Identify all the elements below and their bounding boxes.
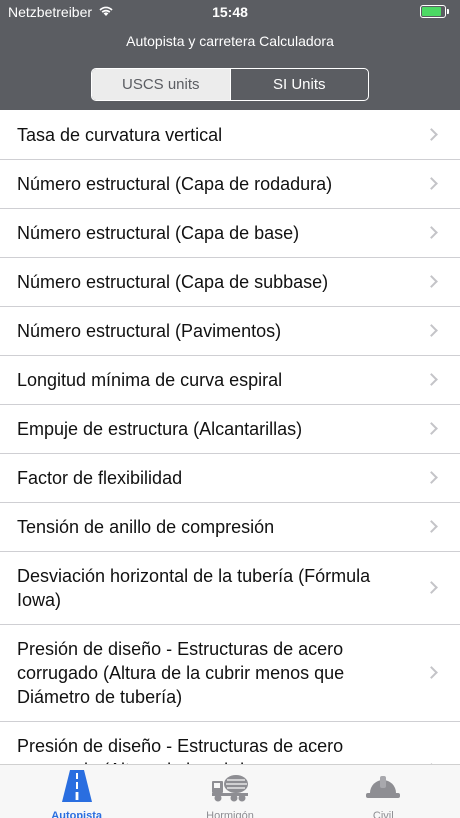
chevron-right-icon bbox=[425, 127, 438, 141]
list-item[interactable]: Longitud mínima de curva espiral bbox=[0, 356, 460, 405]
list-item-label: Tasa de curvatura vertical bbox=[17, 124, 223, 145]
list-item-label: Número estructural (Capa de subbase) bbox=[17, 272, 329, 292]
units-segmented-control: USCS units SI Units bbox=[91, 68, 369, 101]
list-item[interactable]: Número estructural (Pavimentos) bbox=[0, 307, 460, 356]
tab-label: Civil bbox=[372, 810, 394, 818]
list-item[interactable]: Presión de diseño - Estructuras de acero… bbox=[0, 625, 460, 722]
chevron-right-icon bbox=[425, 666, 438, 679]
chevron-right-icon bbox=[425, 471, 438, 484]
chevron-right-icon bbox=[425, 422, 438, 435]
tab-hormigon[interactable]: Hormigón bbox=[153, 765, 306, 818]
tab-bar: Autopista Hormigón Civil bbox=[0, 764, 460, 818]
tab-label: Autopista bbox=[51, 810, 103, 818]
segment-si-units[interactable]: SI Units bbox=[229, 69, 369, 100]
list-item-label: Presión de diseño - Estructuras de acero… bbox=[17, 639, 345, 707]
list-item-label: Presión de diseño - Estructuras de acero… bbox=[17, 736, 344, 764]
list-item[interactable]: Tasa de curvatura vertical bbox=[0, 110, 460, 160]
tab-label: Hormigón bbox=[206, 810, 254, 818]
battery-icon bbox=[420, 5, 449, 18]
list-item-label: Factor de flexibilidad bbox=[17, 468, 183, 488]
list-item-label: Número estructural (Capa de rodadura) bbox=[17, 174, 333, 194]
list-item-label: Desviación horizontal de la tubería (Fór… bbox=[17, 566, 371, 610]
calculator-list: Tasa de curvatura vertical Número estruc… bbox=[0, 110, 460, 764]
list-item[interactable]: Tensión de anillo de compresión bbox=[0, 503, 460, 552]
concrete-mixer-icon bbox=[210, 769, 250, 808]
status-bar: Netzbetreiber 15:48 bbox=[0, 0, 460, 24]
list-item-label: Número estructural (Capa de base) bbox=[17, 223, 300, 243]
list-item-label: Empuje de estructura (Alcantarillas) bbox=[17, 419, 303, 439]
tab-autopista[interactable]: Autopista bbox=[0, 765, 153, 818]
list-item[interactable]: Desviación horizontal de la tubería (Fór… bbox=[0, 552, 460, 625]
chevron-right-icon bbox=[425, 324, 438, 337]
tab-civil[interactable]: Civil bbox=[307, 765, 460, 818]
segment-uscs-units[interactable]: USCS units bbox=[92, 69, 230, 100]
page-title: Autopista y carretera Calculadora bbox=[126, 33, 334, 49]
chevron-right-icon bbox=[425, 373, 438, 386]
list-item[interactable]: Factor de flexibilidad bbox=[0, 454, 460, 503]
list-item[interactable]: Número estructural (Capa de rodadura) bbox=[0, 160, 460, 209]
list-item-label: Tensión de anillo de compresión bbox=[17, 517, 275, 537]
chevron-right-icon bbox=[425, 581, 438, 594]
list-item[interactable]: Número estructural (Capa de subbase) bbox=[0, 258, 460, 307]
chevron-right-icon bbox=[425, 520, 438, 533]
chevron-right-icon bbox=[425, 275, 438, 288]
list-item-label: Longitud mínima de curva espiral bbox=[17, 370, 283, 390]
highway-icon bbox=[57, 769, 97, 808]
list-item[interactable]: Empuje de estructura (Alcantarillas) bbox=[0, 405, 460, 454]
hard-hat-icon bbox=[363, 769, 403, 808]
chevron-right-icon bbox=[425, 226, 438, 239]
list-item[interactable]: Número estructural (Capa de base) bbox=[0, 209, 460, 258]
chevron-right-icon bbox=[425, 177, 438, 190]
header: Netzbetreiber 15:48 Autopista y carreter… bbox=[0, 0, 460, 110]
list-item[interactable]: Presión de diseño - Estructuras de acero… bbox=[0, 722, 460, 764]
list-item-label: Número estructural (Pavimentos) bbox=[17, 321, 282, 341]
status-time: 15:48 bbox=[212, 4, 248, 20]
